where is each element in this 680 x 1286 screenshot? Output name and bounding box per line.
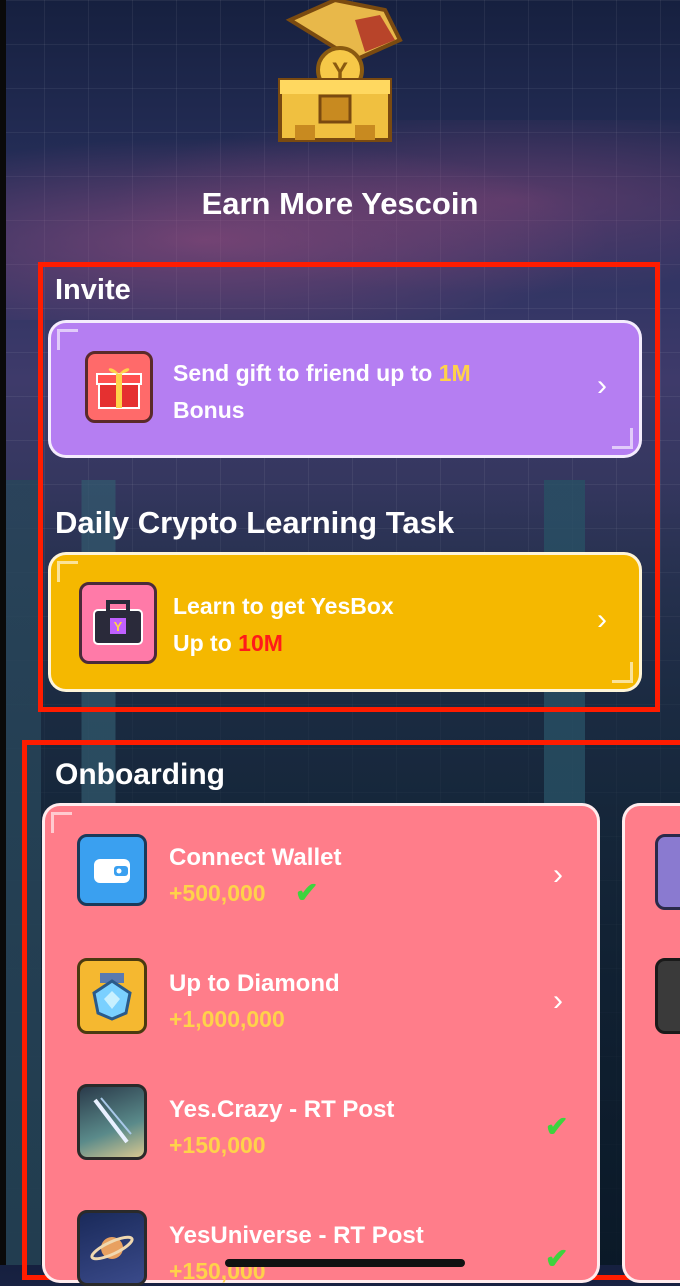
home-indicator — [225, 1259, 465, 1267]
chevron-right-icon: › — [597, 369, 607, 402]
section-title-invite: Invite — [55, 274, 131, 306]
invite-text-suffix: Bonus — [173, 397, 245, 423]
task-row-connect-wallet[interactable]: Connect Wallet +500,000 ✔ › — [45, 806, 597, 926]
card-corner-decoration — [57, 329, 78, 350]
task-reward: +500,000 — [169, 880, 266, 906]
section-title-daily-learning: Daily Crypto Learning Task — [55, 505, 455, 540]
task-reward: +150,000 — [169, 1132, 266, 1158]
card-corner-decoration — [612, 662, 633, 683]
learning-line1: Learn to get YesBox — [173, 593, 394, 619]
task-name: Up to Diamond — [169, 970, 340, 997]
invite-card-text: Send gift to friend up to 1M Bonus — [173, 355, 471, 429]
task-name: Yes.Crazy - RT Post — [169, 1096, 395, 1123]
diamond-badge-icon — [77, 958, 147, 1034]
checkmark-icon: ✔ — [545, 1243, 569, 1274]
task-name: YesUniverse - RT Post — [169, 1222, 424, 1249]
section-title-onboarding: Onboarding — [55, 758, 225, 791]
task-row-up-to-diamond[interactable]: Up to Diamond +1,000,000 › — [45, 932, 597, 1052]
checkmark-icon: ✔ — [545, 1111, 569, 1142]
page-title: Earn More Yescoin — [201, 186, 479, 221]
chevron-right-icon: › — [597, 603, 607, 636]
planet-icon — [77, 1210, 147, 1286]
invite-highlight: 1M — [438, 360, 471, 386]
learning-card[interactable]: Y Learn to get YesBox Up to 10M › — [48, 552, 642, 692]
gift-icon — [85, 351, 153, 423]
card-corner-decoration — [57, 561, 78, 582]
invite-card[interactable]: Send gift to friend up to 1M Bonus › — [48, 320, 642, 458]
task-name: Connect Wallet — [169, 844, 342, 871]
chevron-right-icon: › — [553, 984, 563, 1017]
learning-line2-prefix: Up to — [173, 630, 239, 656]
task-row-yesuniverse[interactable]: YesUniverse - RT Post +150,000 ✔ — [45, 1184, 597, 1286]
next-card-icon — [655, 834, 680, 910]
learning-card-text: Learn to get YesBox Up to 10M — [173, 588, 394, 662]
next-card-icon — [655, 958, 680, 1034]
chevron-right-icon: › — [553, 858, 563, 891]
onboarding-card: Connect Wallet +500,000 ✔ › Up to Diamon… — [42, 803, 600, 1286]
svg-text:Y: Y — [114, 619, 123, 634]
checkmark-icon: ✔ — [295, 877, 319, 908]
invite-text-prefix: Send gift to friend up to — [173, 360, 439, 386]
yesbox-icon: Y — [79, 582, 157, 664]
yes-crazy-icon — [77, 1084, 147, 1160]
wallet-icon — [77, 834, 147, 906]
card-corner-decoration — [612, 428, 633, 449]
learning-highlight: 10M — [238, 630, 283, 656]
task-row-yes-crazy[interactable]: Yes.Crazy - RT Post +150,000 ✔ — [45, 1058, 597, 1178]
treasure-chest-icon: Y — [278, 0, 403, 142]
onboarding-card-next[interactable] — [622, 803, 680, 1283]
task-reward: +1,000,000 — [169, 1006, 285, 1032]
